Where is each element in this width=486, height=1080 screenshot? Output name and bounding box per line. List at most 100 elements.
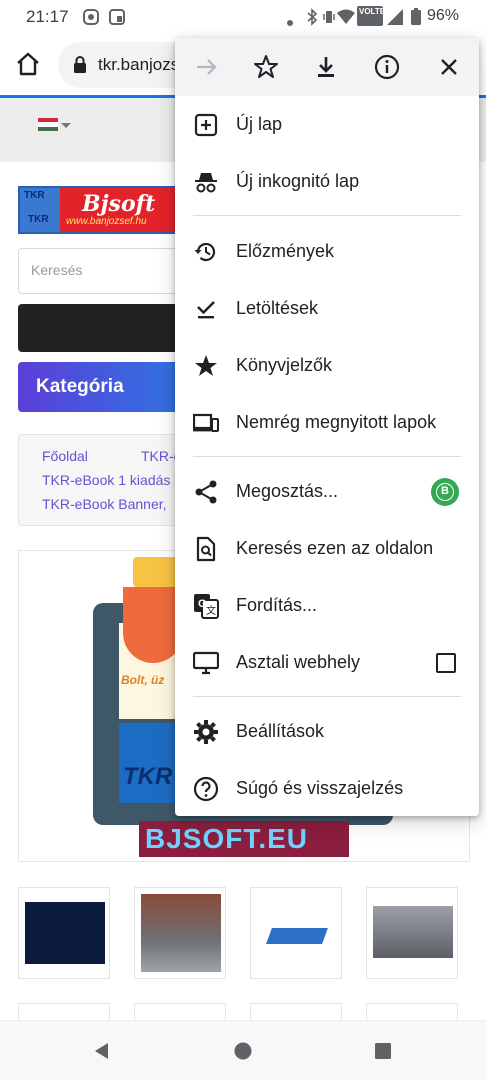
back-triangle-icon <box>95 1043 108 1059</box>
home-circle-icon <box>234 1042 252 1060</box>
hungarian-flag-icon[interactable] <box>38 118 58 131</box>
thumbnail[interactable] <box>134 887 226 979</box>
page-info-button[interactable] <box>373 53 401 81</box>
volte-icon: VOLTE <box>357 6 386 26</box>
menu-item-history[interactable]: Előzmények <box>175 224 479 280</box>
menu-item-new-tab[interactable]: Új lap <box>175 97 479 153</box>
breadcrumb: Főoldal TKR-e TKR-eBook 1 kiadás TKR-eBo… <box>18 434 188 526</box>
logo-badge-bottom: TKR <box>28 214 49 225</box>
thumbnail[interactable] <box>250 1003 342 1020</box>
logo-url: www.banjozsef.hu <box>66 216 147 227</box>
bookmarks-star-icon <box>195 355 217 376</box>
star-outline-icon <box>254 55 278 78</box>
product-tkr: TKR <box>123 763 173 790</box>
system-nav-bar <box>0 1020 486 1080</box>
recent-tabs-icon <box>193 413 219 432</box>
menu-item-recent-tabs[interactable]: Nemrég megnyitott lapok <box>175 395 479 451</box>
share-target-badge[interactable]: B <box>431 478 459 506</box>
menu-item-downloads[interactable]: Letöltések <box>175 281 479 337</box>
lock-icon <box>72 55 88 80</box>
breadcrumb-item[interactable]: TKR-eBook 1 kiadás <box>42 472 170 488</box>
new-tab-icon <box>194 113 218 137</box>
share-icon <box>195 480 217 504</box>
home-button[interactable] <box>14 50 44 80</box>
menu-item-bookmarks[interactable]: Könyvjelzők <box>175 338 479 394</box>
menu-item-desktop-site[interactable]: Asztali webhely <box>175 635 479 691</box>
find-in-page-icon <box>196 536 216 562</box>
menu-divider <box>193 456 461 457</box>
thumbnail[interactable] <box>18 1003 110 1020</box>
home-icon <box>17 52 39 76</box>
product-art-orange <box>123 587 183 663</box>
thumbnail[interactable] <box>366 1003 458 1020</box>
downloads-icon <box>197 301 215 319</box>
download-icon <box>318 57 334 77</box>
bluetooth-icon <box>306 8 318 31</box>
status-notification-icon <box>108 8 126 31</box>
search-submit-button[interactable] <box>18 304 188 352</box>
site-search-input[interactable]: Keresés <box>18 248 188 294</box>
download-page-button[interactable] <box>312 53 340 81</box>
svg-text:文: 文 <box>206 604 216 617</box>
translate-icon: G文 <box>194 594 219 619</box>
menu-divider <box>193 696 461 697</box>
recents-square-icon <box>375 1043 391 1059</box>
category-button[interactable]: Kategória <box>18 362 188 412</box>
volte-label: VOLTE <box>359 7 386 16</box>
breadcrumb-item[interactable]: TKR-eBook Banner, <box>42 496 167 512</box>
battery-icon <box>410 8 422 31</box>
language-caret-icon[interactable] <box>61 123 71 128</box>
signal-icon <box>386 8 404 31</box>
product-caption: Bolt, üz <box>121 673 165 687</box>
thumbnail[interactable] <box>134 1003 226 1020</box>
menu-label: Asztali webhely <box>236 652 361 672</box>
forward-button[interactable] <box>193 53 221 81</box>
status-dot-icon <box>287 13 293 31</box>
info-icon <box>374 54 400 80</box>
stop-button[interactable] <box>435 53 463 81</box>
nav-back-button[interactable] <box>92 1041 112 1066</box>
status-time: 21:17 <box>26 7 69 26</box>
thumbnail[interactable] <box>18 887 110 979</box>
menu-label: Könyvjelzők <box>236 355 333 375</box>
menu-label: Fordítás... <box>236 595 318 615</box>
menu-divider <box>193 215 461 216</box>
bookmark-button[interactable] <box>252 53 280 81</box>
menu-label: Súgó és visszajelzés <box>236 778 404 798</box>
desktop-site-checkbox[interactable] <box>436 653 456 673</box>
product-art-yellow <box>133 557 181 587</box>
menu-label: Új lap <box>236 114 283 134</box>
menu-label: Letöltések <box>236 298 319 318</box>
thumbnail[interactable] <box>250 887 342 979</box>
menu-item-translate[interactable]: G文 Fordítás... <box>175 578 479 634</box>
close-icon <box>441 59 457 75</box>
menu-label: Előzmények <box>236 241 335 261</box>
settings-gear-icon <box>194 720 218 744</box>
nav-recents-button[interactable] <box>373 1041 393 1066</box>
menu-label: Új inkognitó lap <box>236 171 360 191</box>
nav-home-button[interactable] <box>233 1041 253 1066</box>
menu-item-share[interactable]: Megosztás... B <box>175 464 479 520</box>
menu-item-settings[interactable]: Beállítások <box>175 704 479 760</box>
incognito-icon <box>195 173 217 193</box>
logo-title: Bjsoft <box>82 191 156 217</box>
menu-label: Nemrég megnyitott lapok <box>236 412 437 432</box>
menu-item-incognito[interactable]: Új inkognitó lap <box>175 154 479 210</box>
thumbnail[interactable] <box>366 887 458 979</box>
logo-badge-top: TKR <box>24 190 45 201</box>
site-logo[interactable]: TKR TKR Bjsoft www.banjozsef.hu <box>18 186 178 234</box>
desktop-icon <box>193 651 219 675</box>
help-icon <box>193 776 219 802</box>
status-app-icon <box>82 8 100 31</box>
battery-percent: 96% <box>427 7 460 24</box>
menu-label: Megosztás... <box>236 481 339 501</box>
breadcrumb-home[interactable]: Főoldal <box>42 448 88 464</box>
status-bar: 21:17 VOLTE 96% <box>0 0 486 34</box>
whatsapp-business-icon: B <box>436 483 454 501</box>
wifi-icon <box>336 8 356 31</box>
menu-item-find-in-page[interactable]: Keresés ezen az oldalon <box>175 521 479 577</box>
overflow-menu: Új lap Új inkognitó lap Előzmények Letöl… <box>175 38 479 816</box>
menu-label: Keresés ezen az oldalon <box>236 538 434 558</box>
menu-item-help[interactable]: Súgó és visszajelzés <box>175 761 479 817</box>
history-icon <box>194 242 216 262</box>
